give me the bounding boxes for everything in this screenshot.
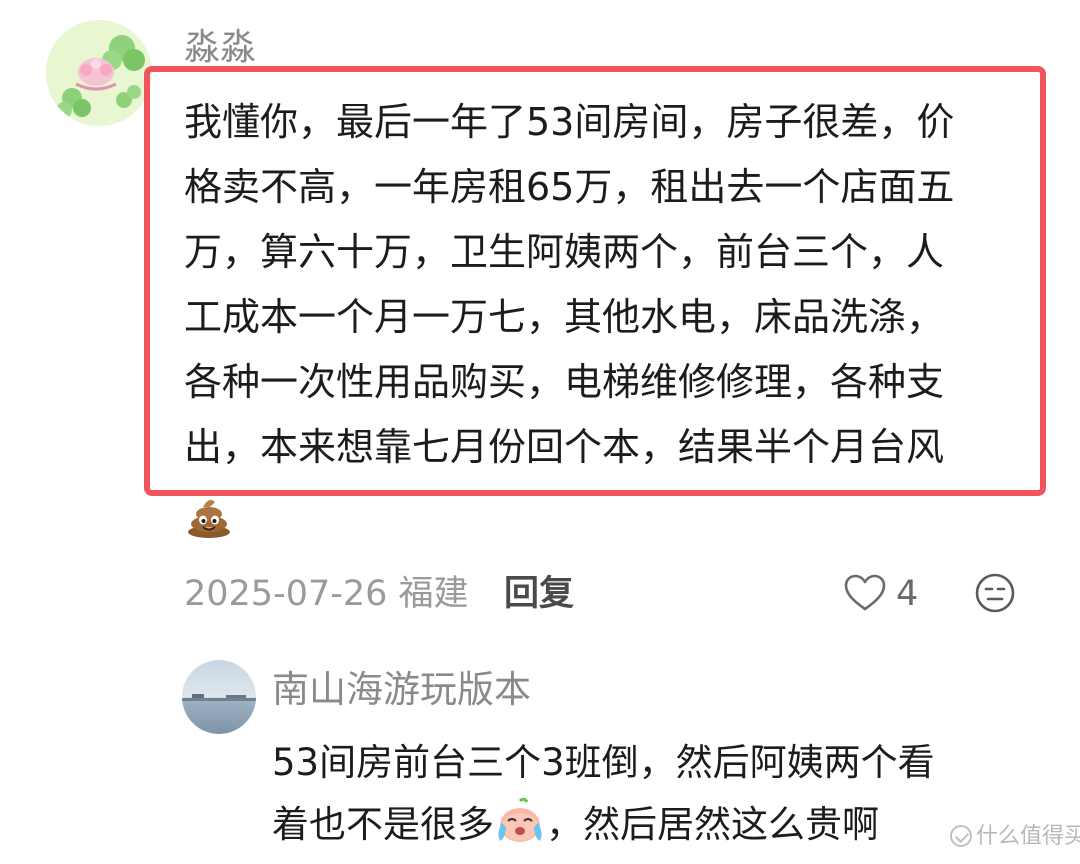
commenter-username[interactable]: 淼淼: [184, 24, 256, 72]
like-button[interactable]: 4: [844, 570, 934, 618]
commenter-avatar[interactable]: [46, 20, 152, 126]
comment-line: 我懂你，最后一年了53间房间，房子很差，价: [184, 100, 955, 144]
neutral-face-icon: [975, 573, 1015, 613]
reply-button[interactable]: 回复: [504, 566, 574, 622]
reply-line-part: 着也不是很多: [272, 803, 494, 846]
comment-body: 我懂你，最后一年了53间房间，房子很差，价 格卖不高，一年房租65万，租出去一个…: [184, 90, 1030, 480]
reply-avatar[interactable]: [182, 660, 256, 734]
reply-line: 53间房前台三个3班倒，然后阿姨两个看: [272, 741, 935, 784]
watermark: 什么值得买: [950, 822, 1080, 852]
reply-username[interactable]: 南山海游玩版本: [272, 662, 531, 718]
comment-meta-row: 2025-07-26 福建 回复 4: [184, 566, 1044, 622]
comment-date-location: 2025-07-26 福建: [184, 574, 469, 614]
crying-emoji: [494, 797, 546, 845]
heart-icon: [844, 574, 886, 611]
comment-line: 各种一次性用品购买，电梯维修修理，各种支: [184, 360, 945, 404]
comment-line: 工成本一个月一万七，其他水电，床品洗涤，: [184, 295, 945, 339]
reply-line: 着也不是很多 ，然后居然这么贵啊: [272, 794, 935, 856]
comment-line: 出，本来想靠七月份回个本，结果半个月台风: [184, 425, 945, 469]
comment-line: 万，算六十万，卫生阿姨两个，前台三个，人: [184, 230, 945, 274]
comment-line: 格卖不高，一年房租65万，租出去一个店面五: [184, 165, 955, 209]
poop-emoji: [186, 494, 232, 538]
reply-body: 53间房前台三个3班倒，然后阿姨两个看 着也不是很多 ，然后居然这么贵啊: [272, 732, 935, 856]
reply-line-part: ，然后居然这么贵啊: [546, 803, 879, 846]
checkmark-logo-icon: [950, 825, 972, 847]
like-count: 4: [896, 574, 919, 614]
emoji-reaction-button[interactable]: [974, 572, 1016, 614]
watermark-text: 什么值得买: [976, 824, 1080, 849]
